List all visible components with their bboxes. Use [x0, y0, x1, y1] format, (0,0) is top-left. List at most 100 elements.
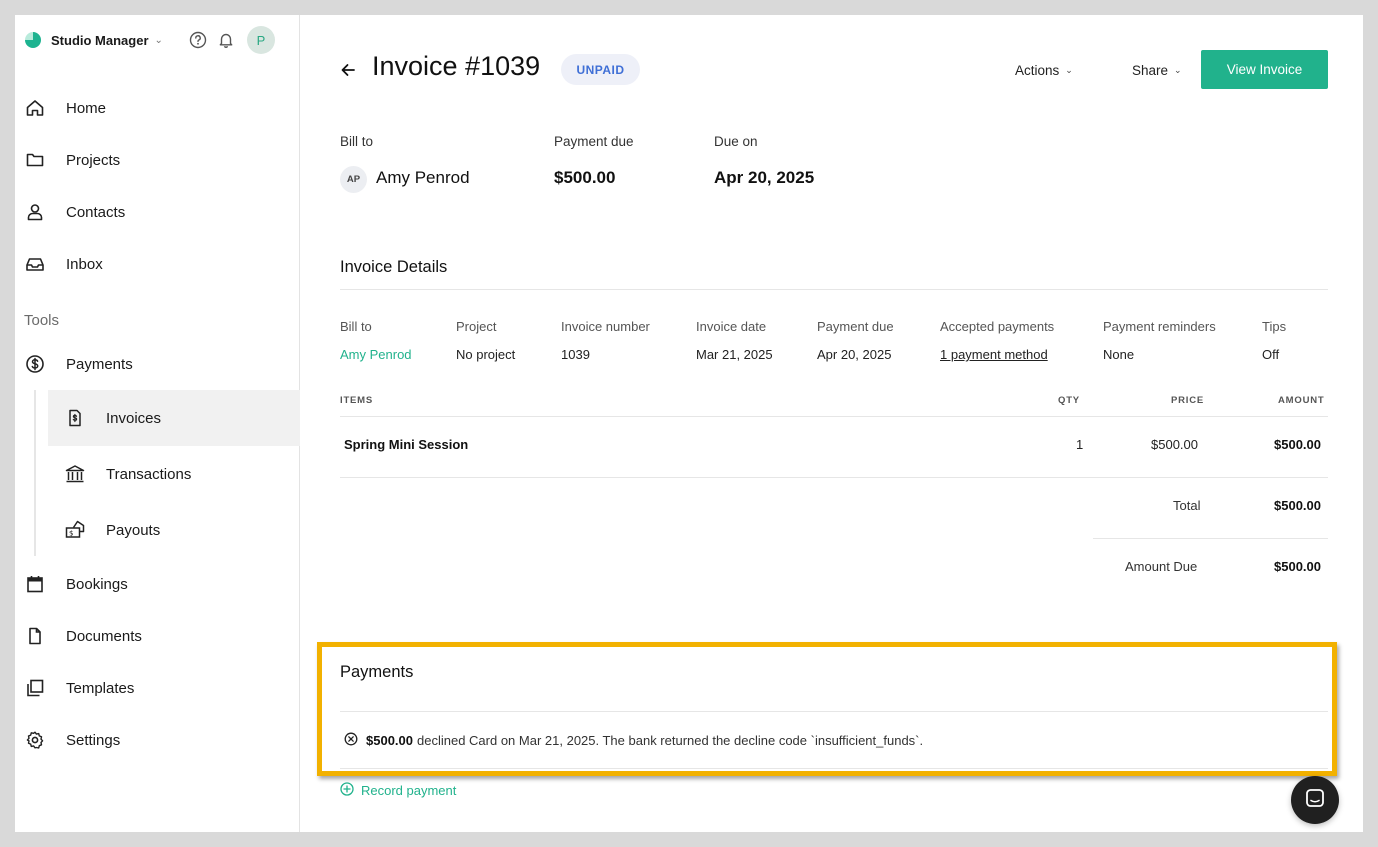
- payment-amount: $500.00: [366, 733, 413, 748]
- sidebar: Studio Manager ⌄ P Home Projects Contact…: [15, 15, 300, 832]
- home-icon: [25, 98, 45, 118]
- payment-due-label: Payment due: [554, 134, 634, 149]
- total-label: Total: [1173, 498, 1201, 513]
- sidebar-item-payments[interactable]: Payments: [15, 344, 300, 384]
- actions-label: Actions: [1015, 62, 1060, 78]
- due-on-label: Due on: [714, 134, 758, 149]
- item-name: Spring Mini Session: [344, 437, 469, 452]
- brand-logo-icon: [25, 32, 41, 48]
- due-on-value: Apr 20, 2025: [714, 168, 815, 187]
- sidebar-item-bookings[interactable]: Bookings: [15, 564, 300, 604]
- sidebar-item-templates[interactable]: Templates: [15, 668, 300, 708]
- payments-highlight: [317, 642, 1337, 776]
- svg-text:$: $: [69, 530, 73, 538]
- detail-label: Accepted payments: [940, 319, 1055, 334]
- sidebar-item-invoices[interactable]: Invoices: [48, 390, 300, 446]
- detail-label: Payment due: [817, 319, 894, 334]
- help-icon[interactable]: [188, 27, 208, 53]
- sidebar-item-transactions[interactable]: Transactions: [48, 446, 300, 502]
- sidebar-item-label: Contacts: [66, 203, 126, 221]
- payment-entry: $500.00 declined Card on Mar 21, 2025. T…: [344, 732, 923, 749]
- item-amount: $500.00: [1274, 437, 1321, 452]
- sidebar-item-label: Settings: [66, 731, 121, 749]
- items-header: ITEMS: [340, 395, 374, 406]
- tips-value: Off: [1262, 347, 1280, 362]
- payment-due-value: $500.00: [554, 168, 616, 187]
- chat-launcher[interactable]: [1291, 776, 1339, 824]
- sidebar-item-label: Payouts: [106, 521, 161, 539]
- sidebar-item-projects[interactable]: Projects: [15, 140, 300, 180]
- user-avatar[interactable]: P: [247, 26, 275, 54]
- price-header: PRICE: [1171, 395, 1205, 406]
- sidebar-item-label: Bookings: [66, 575, 128, 593]
- sidebar-item-settings[interactable]: Settings: [15, 720, 300, 760]
- sidebar-item-label: Inbox: [66, 255, 103, 273]
- declined-icon: [344, 732, 358, 749]
- templates-icon: [25, 678, 45, 698]
- sidebar-item-contacts[interactable]: Contacts: [15, 192, 300, 232]
- total-value: $500.00: [1274, 498, 1321, 513]
- sidebar-item-inbox[interactable]: Inbox: [15, 244, 300, 284]
- gear-icon: [25, 730, 45, 750]
- item-qty: 1: [1076, 437, 1084, 452]
- document-icon: [25, 626, 45, 646]
- workspace-switcher[interactable]: Studio Manager ⌄: [25, 27, 285, 53]
- sidebar-item-label: Templates: [66, 679, 135, 697]
- back-arrow-icon[interactable]: [338, 59, 358, 81]
- actions-dropdown[interactable]: Actions ⌄: [1015, 59, 1073, 81]
- divider: [340, 711, 1328, 712]
- qty-header: QTY: [1058, 395, 1080, 406]
- detail-label: Bill to: [340, 319, 372, 334]
- record-payment-label: Record payment: [361, 783, 457, 798]
- invoice-icon: [64, 407, 86, 429]
- payments-title: Payments: [340, 663, 414, 681]
- record-payment-button[interactable]: Record payment: [340, 782, 456, 799]
- app-window: Studio Manager ⌄ P Home Projects Contact…: [15, 15, 1363, 832]
- chevron-down-icon: ⌄: [154, 34, 163, 46]
- divider: [340, 768, 1328, 769]
- person-icon: [25, 202, 45, 222]
- bill-to-link[interactable]: Amy Penrod: [340, 347, 412, 362]
- accepted-payments-link[interactable]: 1 payment method: [940, 347, 1048, 362]
- payment-description: declined Card on Mar 21, 2025. The bank …: [417, 733, 924, 748]
- detail-label: Project: [456, 319, 497, 334]
- inbox-icon: [25, 254, 45, 274]
- bell-icon[interactable]: [216, 27, 236, 53]
- sidebar-item-label: Payments: [66, 355, 133, 373]
- dollar-circle-icon: [25, 354, 45, 374]
- detail-label: Invoice number: [561, 319, 650, 334]
- bill-to-label: Bill to: [340, 134, 374, 149]
- amount-header: AMOUNT: [1278, 395, 1325, 406]
- item-price: $500.00: [1151, 437, 1198, 452]
- sidebar-item-payouts[interactable]: $ Payouts: [48, 502, 300, 558]
- amount-due-label: Amount Due: [1125, 559, 1198, 574]
- sidebar-item-home[interactable]: Home: [15, 88, 300, 128]
- view-invoice-button[interactable]: View Invoice: [1201, 50, 1328, 89]
- detail-label: Invoice date: [696, 319, 767, 334]
- divider: [340, 416, 1328, 417]
- divider: [1093, 538, 1328, 539]
- plus-circle-icon: [340, 782, 354, 799]
- sidebar-item-label: Home: [66, 99, 107, 117]
- detail-label: Tips: [1262, 319, 1287, 334]
- sidebar-item-documents[interactable]: Documents: [15, 616, 300, 656]
- main-content: Invoice #1039 UNPAID Actions ⌄ Share ⌄ V…: [300, 15, 1363, 832]
- status-badge: UNPAID: [561, 54, 640, 85]
- divider: [340, 289, 1328, 290]
- payment-due-date-value: Apr 20, 2025: [817, 347, 892, 362]
- tools-section-label: Tools: [24, 312, 60, 329]
- chat-icon: [1304, 787, 1326, 814]
- detail-label: Payment reminders: [1103, 319, 1216, 334]
- calendar-icon: [25, 574, 45, 594]
- divider: [340, 477, 1328, 478]
- project-value: No project: [456, 347, 516, 362]
- payment-reminders-value: None: [1103, 347, 1135, 362]
- payout-icon: $: [64, 519, 86, 541]
- invoice-details-title: Invoice Details: [340, 258, 448, 276]
- client-name: Amy Penrod: [376, 168, 470, 187]
- sidebar-item-label: Documents: [66, 627, 142, 645]
- bank-icon: [64, 463, 86, 485]
- sidebar-item-label: Invoices: [106, 409, 162, 427]
- invoice-date-value: Mar 21, 2025: [696, 347, 773, 362]
- share-dropdown[interactable]: Share ⌄: [1132, 59, 1182, 81]
